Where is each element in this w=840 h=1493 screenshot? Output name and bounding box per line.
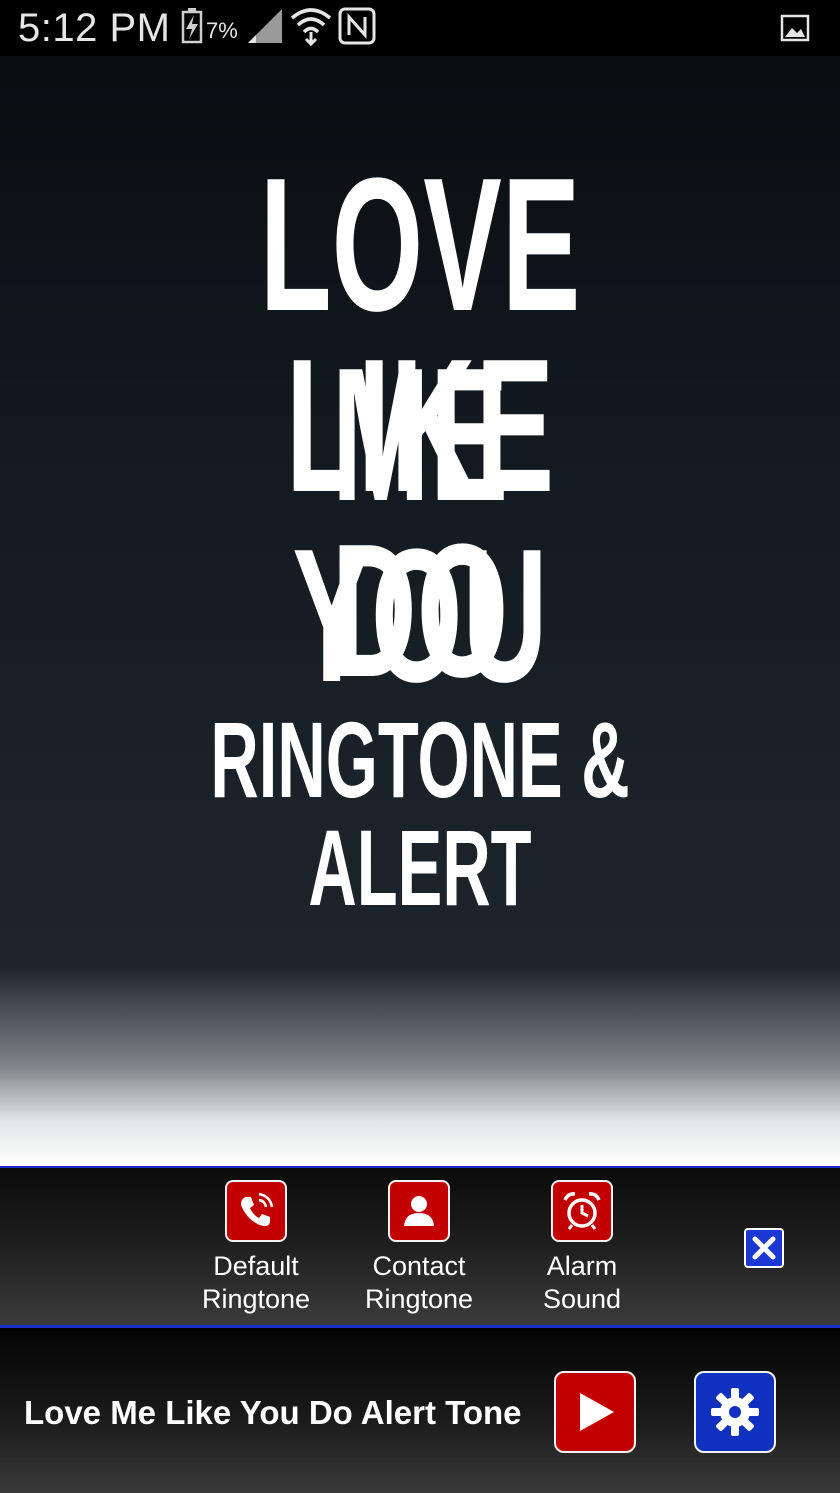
gear-icon xyxy=(711,1388,759,1436)
contact-icon xyxy=(388,1180,450,1242)
play-button[interactable] xyxy=(554,1371,636,1453)
hero-banner: LOVE ME LIKE YOU DO RINGTONE & ALERT xyxy=(0,56,840,1166)
default-ringtone-button[interactable]: Default Ringtone xyxy=(176,1180,336,1316)
gallery-icon xyxy=(780,14,810,47)
tone-title: Love Me Like You Do Alert Tone xyxy=(24,1394,522,1431)
nfc-icon xyxy=(338,7,376,50)
close-button[interactable] xyxy=(744,1228,784,1268)
battery-charging-icon xyxy=(180,7,204,49)
phone-icon xyxy=(225,1180,287,1242)
close-icon xyxy=(752,1236,776,1260)
wifi-icon xyxy=(290,6,332,51)
contact-ringtone-label: Contact Ringtone xyxy=(364,1251,474,1314)
alarm-clock-icon xyxy=(551,1180,613,1242)
alarm-sound-label: Alarm Sound xyxy=(542,1251,622,1314)
play-icon xyxy=(580,1393,614,1431)
signal-icon xyxy=(244,7,284,50)
battery-percent: 7% xyxy=(206,18,238,43)
hero-subtitle: RINGTONE & ALERT xyxy=(210,699,630,928)
hero-title-line-3: DO xyxy=(331,505,509,717)
status-time: 5:12 PM xyxy=(18,6,171,50)
bottom-bar: Love Me Like You Do Alert Tone xyxy=(0,1331,840,1493)
default-ringtone-label: Default Ringtone xyxy=(201,1251,311,1314)
status-icons: 7% xyxy=(180,6,382,51)
contact-ringtone-button[interactable]: Contact Ringtone xyxy=(339,1180,499,1316)
ringtone-action-bar: Default Ringtone Contact Ringtone Alarm … xyxy=(0,1166,840,1328)
alarm-sound-button[interactable]: Alarm Sound xyxy=(502,1180,662,1316)
settings-button[interactable] xyxy=(694,1371,776,1453)
status-bar: 5:12 PM 7% xyxy=(0,0,840,56)
